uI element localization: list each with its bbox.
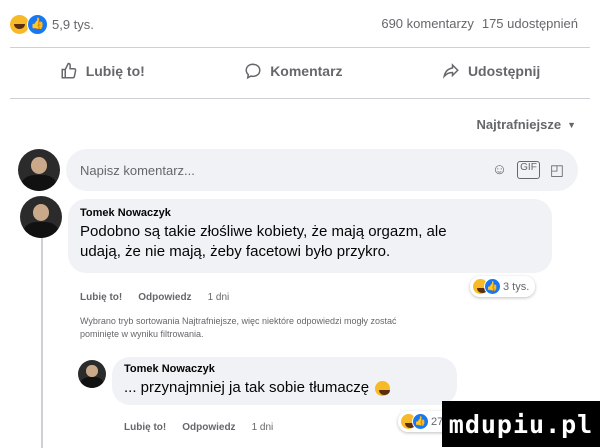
comment-label: Komentarz <box>270 63 343 79</box>
thumbs-up-icon <box>61 62 77 79</box>
reply-time[interactable]: 1 dni <box>252 422 274 433</box>
gif-icon[interactable]: GIF <box>517 161 540 179</box>
filter-notice-line: pominięte w wyniku filtrowania. <box>80 329 204 339</box>
comment-button[interactable]: Komentarz <box>244 62 343 80</box>
divider <box>10 47 590 48</box>
comment-meta: Lubię to! Odpowiedz 1 dni <box>80 292 229 303</box>
like-button[interactable]: Lubię to! <box>60 62 145 80</box>
like-reaction-icon: 👍 <box>27 14 48 35</box>
share-button[interactable]: Udostępnij <box>442 62 540 80</box>
shares-count[interactable]: 175 udostępnień <box>482 16 578 31</box>
site-watermark: mdupiu.pl <box>442 401 600 447</box>
author-avatar[interactable] <box>20 196 62 238</box>
reply-bubble: Tomek Nowaczyk ... przynajmniej ja tak s… <box>112 357 457 405</box>
comment-input-placeholder: Napisz komentarz... <box>80 162 195 178</box>
speech-bubble-icon <box>245 63 261 80</box>
laughing-emoji-icon <box>375 380 391 396</box>
caret-down-icon: ▼ <box>567 119 576 130</box>
reply-author[interactable]: Tomek Nowaczyk <box>124 363 445 375</box>
comment-bubble: Tomek Nowaczyk Podobno są takie złośliwe… <box>68 199 552 273</box>
comment-time[interactable]: 1 dni <box>208 292 230 303</box>
reply-text: ... przynajmniej ja tak sobie tłumaczę <box>124 379 370 396</box>
sort-label: Najtrafniejsze <box>476 117 562 132</box>
reactions-count: 5,9 tys. <box>52 17 94 32</box>
comment-text-line: Podobno są takie złośliwe kobiety, że ma… <box>80 223 447 240</box>
like-label: Lubię to! <box>85 63 145 79</box>
sticker-icon[interactable]: ◰ <box>550 161 564 179</box>
comment-author[interactable]: Tomek Nowaczyk <box>80 207 540 219</box>
reply-like-link[interactable]: Lubię to! <box>124 422 166 433</box>
comment-reply-link[interactable]: Odpowiedz <box>138 292 191 303</box>
share-label: Udostępnij <box>467 63 541 79</box>
action-bar: Lubię to! Komentarz Udostępnij <box>10 62 590 80</box>
divider <box>10 98 590 99</box>
reply-meta: Lubię to! Odpowiedz 1 dni <box>124 422 273 433</box>
comment-like-link[interactable]: Lubię to! <box>80 292 122 303</box>
filter-notice: Wybrano tryb sortowania Najtrafniejsze, … <box>80 315 580 341</box>
comment-text-line: udają, że nie mają, żeby facetowi było p… <box>80 243 391 260</box>
comments-count[interactable]: 690 komentarzy <box>381 16 474 31</box>
like-reaction-icon: 👍 <box>484 278 501 295</box>
reply-author-avatar[interactable] <box>78 360 106 388</box>
emoji-icon[interactable]: ☺ <box>492 161 507 179</box>
reply-reply-link[interactable]: Odpowiedz <box>182 422 235 433</box>
comment-reactions-badge[interactable]: 👍 3 tys. <box>470 276 536 297</box>
stats-right: 690 komentarzy 175 udostępnień <box>381 16 578 31</box>
like-reaction-icon: 👍 <box>412 413 429 430</box>
comment-reactions-count: 3 tys. <box>503 280 530 293</box>
comment-input[interactable]: Napisz komentarz... ☺ GIF ◰ <box>66 149 578 191</box>
current-user-avatar[interactable] <box>18 149 60 191</box>
reaction-summary[interactable]: 👍 5,9 tys. <box>10 14 94 35</box>
filter-notice-line: Wybrano tryb sortowania Najtrafniejsze, … <box>80 316 397 326</box>
share-arrow-icon <box>442 63 459 79</box>
thread-line <box>41 238 43 448</box>
sort-dropdown[interactable]: Najtrafniejsze ▼ <box>477 117 576 132</box>
